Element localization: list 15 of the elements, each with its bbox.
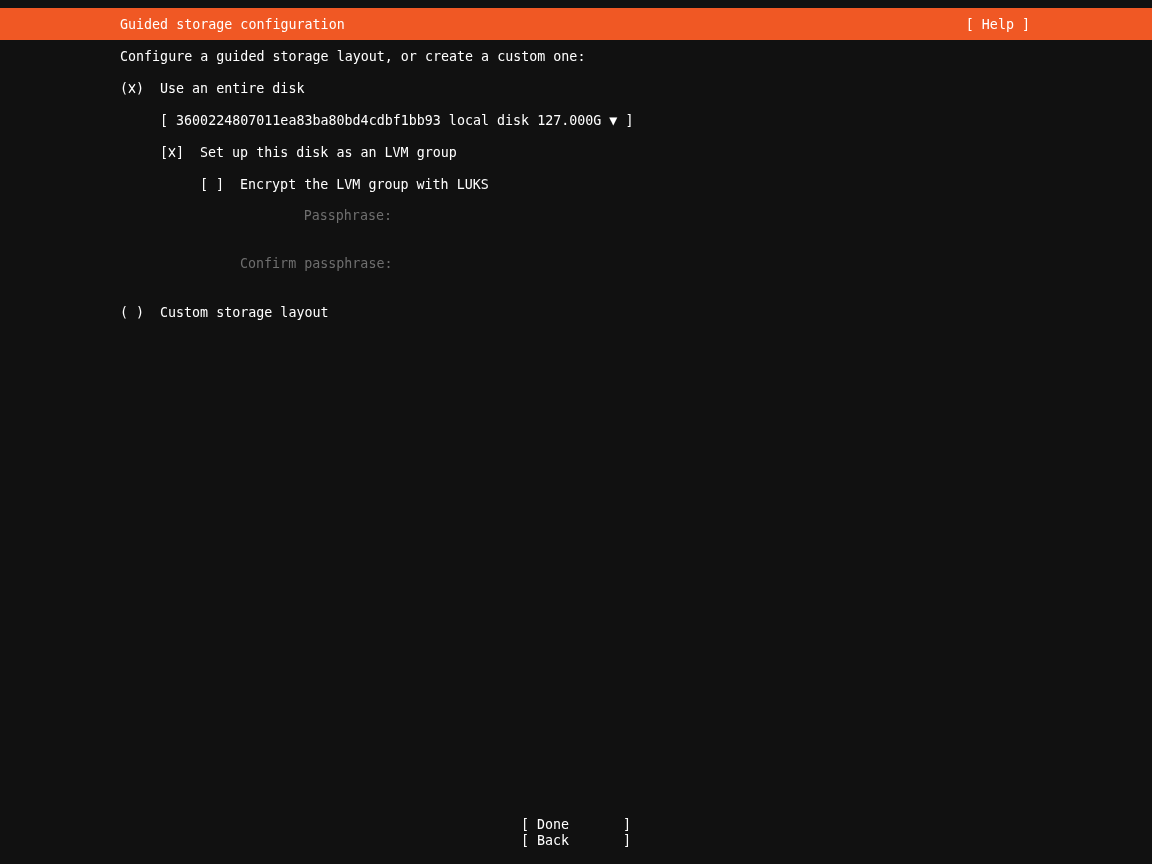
- action-button[interactable]: [ Done ]: [521, 817, 631, 833]
- radio-button[interactable]: ( ): [120, 80, 144, 96]
- radio-label[interactable]: Use an entire disk: [160, 80, 305, 96]
- action-button[interactable]: [ Back ]: [521, 833, 631, 849]
- screen-title: Guided storage configuration: [120, 16, 345, 32]
- intro-text: Configure a guided storage layout, or create a custom one:: [120, 48, 586, 64]
- field-label: Confirm passphrase:: [240, 255, 392, 273]
- radio-label[interactable]: Custom storage layout: [160, 304, 329, 320]
- radio-button[interactable]: ( ): [120, 304, 144, 320]
- field-label: Passphrase:: [302, 207, 392, 225]
- disk-dropdown[interactable]: [ 3600224807011ea83ba80bd4cdbf1bb93 local disk 127.000G ▼ ]: [160, 112, 634, 128]
- checkbox[interactable]: [ ]: [160, 144, 184, 160]
- checkbox-label[interactable]: Set up this disk as an LVM group: [200, 144, 457, 160]
- checkbox-label[interactable]: Encrypt the LVM group with LUKS: [240, 176, 489, 192]
- checkbox[interactable]: [ ]: [200, 176, 224, 192]
